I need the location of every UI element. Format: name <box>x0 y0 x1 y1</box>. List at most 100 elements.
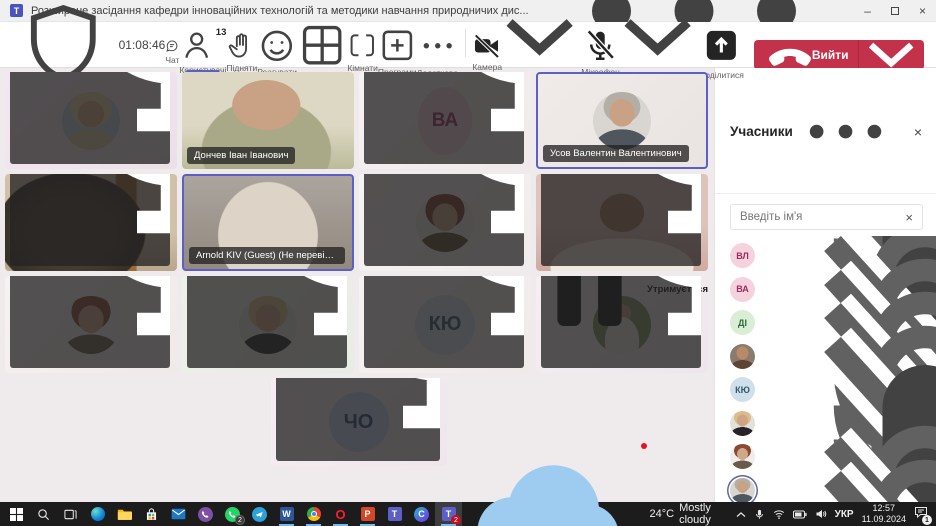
rooms-button[interactable]: Кімнати <box>347 30 378 74</box>
chat-button[interactable]: Чат <box>165 30 179 74</box>
mic-muted-icon <box>22 276 170 364</box>
raise-hand-icon <box>226 30 257 61</box>
taskbar-icon-canva[interactable]: C <box>408 502 435 526</box>
avatar-initials: ДІ <box>730 310 755 335</box>
taskbar-icon-word[interactable]: W <box>273 502 300 526</box>
panel-close-icon[interactable]: × <box>914 124 922 140</box>
video-tile-shvaika[interactable]: Швайка Валерія Вячеславівна <box>5 72 177 169</box>
search-input[interactable] <box>740 211 905 223</box>
participant-name-label: Чегурко Станіслав Олександрович <box>276 378 440 461</box>
participant-name-label: Усов Валентин Валентинович <box>543 145 689 163</box>
tray-network-icon[interactable] <box>773 508 785 520</box>
participant-search: × <box>730 204 923 230</box>
restore-button[interactable] <box>891 7 899 15</box>
leave-options-chevron[interactable] <box>858 40 924 70</box>
taskbar-icon-opera[interactable]: O <box>327 502 354 526</box>
video-tile-dyachok[interactable]: Дячок Дмитро Олександрович <box>536 174 708 271</box>
taskbar-clock[interactable]: 12:5711.09.2024 <box>862 503 906 525</box>
taskbar-icon-teams-meeting[interactable]: T2 <box>435 502 462 526</box>
participant-name-label: Arnold KIV (Guest) (Не перевірено) <box>189 247 345 265</box>
participant-name-label: Совкова Тетяна Сократівна <box>10 276 170 368</box>
taskbar-icon-telegram[interactable] <box>246 502 273 526</box>
video-tile-lukashyn[interactable]: Віктор Лукашин (зовнішній кори... <box>5 174 177 271</box>
taskbar-icon-explorer[interactable] <box>111 502 138 526</box>
clear-search-icon[interactable]: × <box>905 211 913 224</box>
avatar-photo <box>730 411 755 436</box>
taskbar-icon-whatsapp[interactable]: 2 <box>219 502 246 526</box>
apps-plus-icon <box>378 26 417 65</box>
language-indicator[interactable]: УКР <box>835 509 854 520</box>
meeting-stage: Швайка Валерія Вячеславівна Дончев Іван … <box>0 68 936 502</box>
taskbar-icon-chrome[interactable] <box>300 502 327 526</box>
view-grid-icon <box>297 20 347 70</box>
avatar-photo <box>593 92 651 150</box>
participant-name-label: Дончев Іван Іванович <box>187 147 295 165</box>
mic-muted-icon <box>376 174 524 262</box>
people-button[interactable]: 13 Користувачі <box>179 30 226 74</box>
react-button[interactable]: Реагувати <box>257 30 297 74</box>
leave-button[interactable]: Вийти <box>754 40 924 70</box>
notification-center-icon[interactable]: 1 <box>914 505 928 523</box>
task-view-icon[interactable] <box>57 502 84 526</box>
avatar-photo <box>730 344 755 369</box>
taskbar-icon-store[interactable] <box>138 502 165 526</box>
hidden-icons-chevron[interactable] <box>736 511 746 518</box>
video-tile-filippovich[interactable]: Утримується Філіппович Ірина Ігорівна <box>536 276 708 373</box>
participants-panel: Учасники × × ВЛ Вікто... (зовнішній кори… <box>714 68 936 502</box>
apps-button[interactable]: Програми <box>378 30 417 74</box>
taskbar-icon-edge[interactable] <box>84 502 111 526</box>
participant-name-label: Волчок Наталя Аркадіївна <box>364 72 524 164</box>
raise-hand-button[interactable]: Підняти <box>226 30 257 74</box>
mic-muted-icon <box>288 378 440 457</box>
video-tile-shkatulyak[interactable]: Шкатуляк Наталія Михайлівна <box>359 174 531 271</box>
participant-name-label: Ків Арнольд Юхимович <box>364 276 524 368</box>
people-icon <box>179 28 214 63</box>
windows-taskbar: 2 W O P T C T2 24°C Mostly cloudy УКР 12… <box>0 502 936 526</box>
video-grid: Швайка Валерія Вячеславівна Дончев Іван … <box>0 68 714 502</box>
video-tile-donchev[interactable]: Дончев Іван Іванович <box>182 72 354 169</box>
weather-widget[interactable]: 24°C Mostly cloudy <box>462 446 720 526</box>
tray-battery-icon[interactable] <box>793 510 807 519</box>
video-tile-volchok[interactable]: ВА Волчок Наталя Аркадіївна <box>359 72 531 169</box>
mic-muted-icon <box>376 72 524 160</box>
taskbar-icon-teams[interactable]: T <box>381 502 408 526</box>
react-smiley-icon <box>257 26 297 66</box>
video-tile-sovkova[interactable]: Совкова Тетяна Сократівна <box>5 276 177 373</box>
participant-count: 13 <box>216 27 227 38</box>
tray-volume-icon[interactable] <box>815 508 827 520</box>
taskbar-icon-viber[interactable] <box>192 502 219 526</box>
avatar-initials: ВА <box>730 277 755 302</box>
camera-button[interactable]: Камера <box>472 30 502 74</box>
video-tile-chegurko[interactable]: ЧО Чегурко Станіслав Олександрович <box>271 378 447 466</box>
more-button[interactable]: Додатково <box>417 30 458 74</box>
taskbar-icon-mail[interactable] <box>165 502 192 526</box>
camera-options-chevron[interactable] <box>500 15 579 60</box>
taskbar-search-icon[interactable] <box>30 502 57 526</box>
share-screen-icon <box>699 23 744 68</box>
mic-muted-icon <box>22 174 170 262</box>
video-tile-ordanovska[interactable]: Ордановська Олександра Ігорівна <box>182 276 354 373</box>
video-tile-kiv[interactable]: КЮ Ків Арнольд Юхимович <box>359 276 531 373</box>
participant-name-label: Філіппович Ірина Ігорівна <box>541 276 701 368</box>
view-button[interactable]: Переглянути <box>297 30 347 74</box>
rooms-icon <box>347 30 378 61</box>
participant-name-label: Дячок Дмитро Олександрович <box>541 174 701 266</box>
meeting-timer: 01:08:46 <box>119 38 166 52</box>
system-tray: 24°C Mostly cloudy УКР 12:5711.09.2024 1 <box>462 446 933 526</box>
taskbar-icon-powerpoint[interactable]: P <box>354 502 381 526</box>
mic-button[interactable]: Мікрофон <box>581 30 620 74</box>
weather-cloud-icon <box>462 446 645 526</box>
start-button[interactable] <box>3 502 30 526</box>
mic-muted-icon <box>199 276 347 364</box>
mic-options-chevron[interactable] <box>618 15 697 60</box>
share-button[interactable]: Поділитися <box>699 30 744 74</box>
video-tile-usov[interactable]: Усов Валентин Валентинович <box>536 72 708 169</box>
tray-mic-icon[interactable] <box>754 509 765 520</box>
video-tile-arnold-kiv[interactable]: Arnold KIV (Guest) (Не перевірено) <box>182 174 354 271</box>
teams-meeting-window: T Розширене засідання кафедри інноваційн… <box>0 0 936 526</box>
ellipsis-icon <box>417 25 458 66</box>
panel-more-icon[interactable] <box>793 79 898 184</box>
camera-off-icon <box>472 31 502 61</box>
participant-name-label: Ордановська Олександра Ігорівна <box>187 276 347 368</box>
mic-muted-icon <box>553 276 701 364</box>
